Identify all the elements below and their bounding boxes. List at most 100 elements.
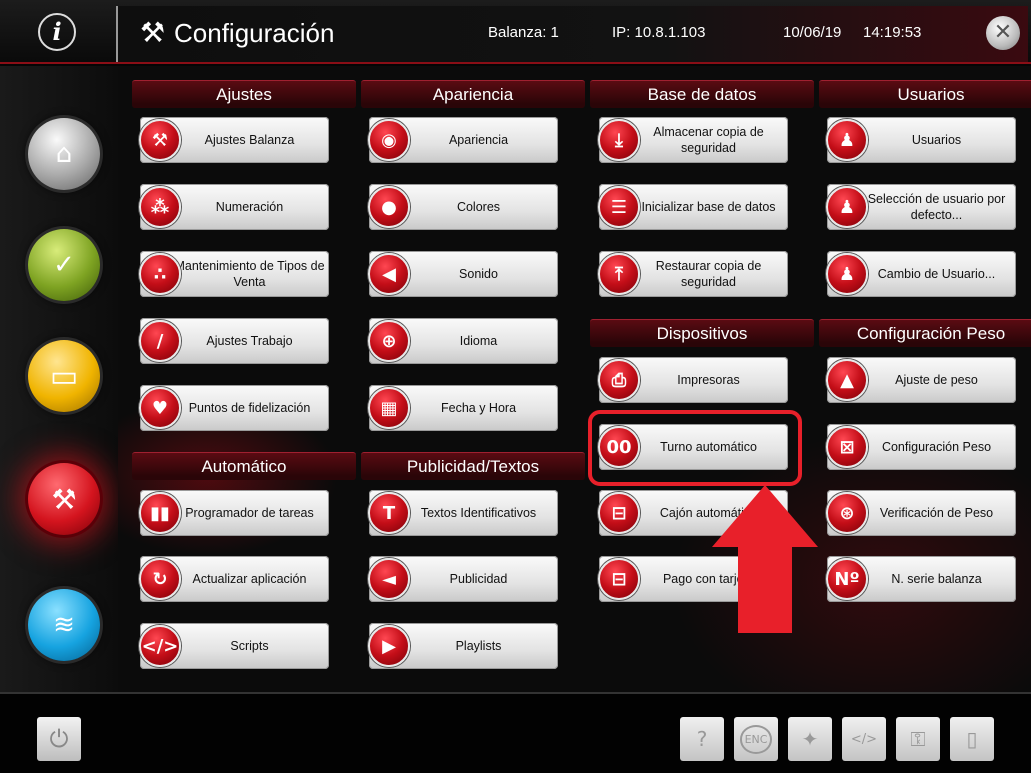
button-label: Publicidad <box>449 572 508 586</box>
user-default-icon: ♟ <box>826 186 868 228</box>
globe-icon: ⊕ <box>368 320 410 362</box>
key-button[interactable]: ⚿ <box>896 717 940 761</box>
section-usuarios-header: Usuarios <box>819 80 1031 108</box>
wand-icon: ✦ <box>801 727 819 751</box>
section-apariencia-header: Apariencia <box>361 80 585 108</box>
user-icon: ♟ <box>826 119 868 161</box>
section-ajustes-header: Ajustes <box>132 80 356 108</box>
home-icon: ⌂ <box>55 139 73 169</box>
enc-icon: ENC <box>739 724 773 754</box>
button-label: Restaurar copia de seguridad <box>655 259 762 289</box>
button-label: Colores <box>456 200 501 214</box>
section-publicidad-header: Publicidad/Textos <box>361 452 585 480</box>
wizard-button[interactable]: ✦ <box>788 717 832 761</box>
button-label: Scripts <box>230 639 269 653</box>
play-icon: ▶ <box>368 625 410 667</box>
button-label: Playlists <box>455 639 502 653</box>
button-label: Puntos de fidelización <box>188 401 311 415</box>
nav-home-button[interactable]: ⌂ <box>28 118 100 190</box>
button-label: Inicializar base de datos <box>641 200 776 214</box>
section-dispositivos-header: Dispositivos <box>590 319 814 347</box>
database-icon: ☰ <box>598 186 640 228</box>
button-label: Actualizar aplicación <box>192 572 307 586</box>
help-icon: ? <box>696 727 708 751</box>
code-list-button[interactable]: </> <box>842 717 886 761</box>
balanza-label: Balanza: 1 <box>488 24 559 41</box>
button-label: Fecha y Hora <box>440 401 517 415</box>
button-label: Numeración <box>215 200 284 214</box>
document-button[interactable]: ▯ <box>950 717 994 761</box>
numbers-icon: ⁂ <box>139 186 181 228</box>
section-config-peso-header: Configuración Peso <box>819 319 1031 347</box>
enc-button[interactable]: ENC <box>734 717 778 761</box>
tools-icon: ⚒ <box>140 16 166 49</box>
power-button[interactable]: ⏻ <box>37 717 81 761</box>
cash-drawer-icon: ⊟ <box>598 492 640 534</box>
button-label: Ajustes Balanza <box>204 133 295 147</box>
eye-icon: ◉ <box>368 119 410 161</box>
key-icon: ⚿ <box>910 727 926 751</box>
button-label: Selección de usuario por defecto... <box>867 192 1006 222</box>
speaker-icon: ◀ <box>368 253 410 295</box>
text-icon: T <box>368 492 410 534</box>
screwdriver-icon: / <box>139 320 181 362</box>
config-screen: i ⚒ Configuración Balanza: 1 IP: 10.8.1.… <box>0 0 1031 773</box>
code-list-icon: </> <box>850 731 878 747</box>
date-label: 10/06/19 <box>783 24 842 41</box>
sale-types-icon: ∴ <box>139 253 181 295</box>
monitor-icon: ▭ <box>49 358 79 394</box>
red-arrow-icon <box>712 485 818 633</box>
button-label: Apariencia <box>448 133 509 147</box>
highlight-box <box>588 410 802 486</box>
megaphone-icon: ◄ <box>368 558 410 600</box>
heart-icon: ♥ <box>139 387 181 429</box>
power-icon: ⏻ <box>49 725 69 753</box>
check-icon: ✓ <box>53 250 75 280</box>
button-label: Almacenar copia de seguridad <box>653 125 764 155</box>
section-automatico-header: Automático <box>132 452 356 480</box>
printer-icon: ⎙ <box>598 359 640 401</box>
tools-icon: ⚒ <box>51 482 77 516</box>
equalizer-icon: ▮▮ <box>139 492 181 534</box>
user-switch-icon: ♟ <box>826 253 868 295</box>
button-label: N. serie balanza <box>891 572 982 586</box>
ip-label: IP: 10.8.1.103 <box>612 24 706 41</box>
button-label: Cambio de Usuario... <box>877 267 996 281</box>
upload-icon: ⤒ <box>598 253 640 295</box>
title-panel: ⚒ Configuración Balanza: 1 IP: 10.8.1.10… <box>116 6 1028 62</box>
button-label: Usuarios <box>911 133 962 147</box>
button-label: Ajuste de peso <box>895 373 978 387</box>
button-label: Sonido <box>459 267 498 281</box>
tools-icon: ⚒ <box>139 119 181 161</box>
weight-config-icon: ⊠ <box>826 426 868 468</box>
nav-tools-button[interactable]: ⚒ <box>28 463 100 535</box>
document-icon: ▯ <box>966 727 978 751</box>
download-icon: ⤓ <box>598 119 640 161</box>
calendar-icon: ▦ <box>368 387 410 429</box>
info-button[interactable]: i <box>38 13 76 51</box>
card-payment-icon: ⊟ <box>598 558 640 600</box>
main-panel: Ajustes Ajustes Balanza ⚒ Numeración ⁂ M… <box>118 66 1031 692</box>
button-label: Impresoras <box>677 373 740 387</box>
wifi-icon: ≋ <box>53 610 75 640</box>
code-icon: </> <box>139 625 181 667</box>
drop-icon: ● <box>368 186 410 228</box>
top-bar: i ⚒ Configuración Balanza: 1 IP: 10.8.1.… <box>0 0 1031 64</box>
button-label: Verificación de Peso <box>879 506 994 520</box>
button-label: Textos Identificativos <box>420 506 537 520</box>
page-title: Configuración <box>174 18 335 48</box>
close-button[interactable]: ✕ <box>986 16 1020 50</box>
button-label: Programador de tareas <box>185 506 314 520</box>
button-label: Mantenimiento de Tipos de Venta <box>174 259 325 289</box>
weight-verify-icon: ⊛ <box>826 492 868 534</box>
button-label: Ajustes Trabajo <box>206 334 293 348</box>
nav-check-button[interactable]: ✓ <box>28 229 100 301</box>
nav-network-button[interactable]: ≋ <box>28 589 100 661</box>
button-label: Idioma <box>459 334 498 348</box>
left-nav: ⌂ ✓ ▭ ⚒ ≋ <box>0 66 118 692</box>
section-base-datos-header: Base de datos <box>590 80 814 108</box>
help-button[interactable]: ? <box>680 717 724 761</box>
button-label: Configuración Peso <box>881 440 992 454</box>
weight-icon: ▲ <box>826 359 868 401</box>
nav-monitor-button[interactable]: ▭ <box>28 340 100 412</box>
